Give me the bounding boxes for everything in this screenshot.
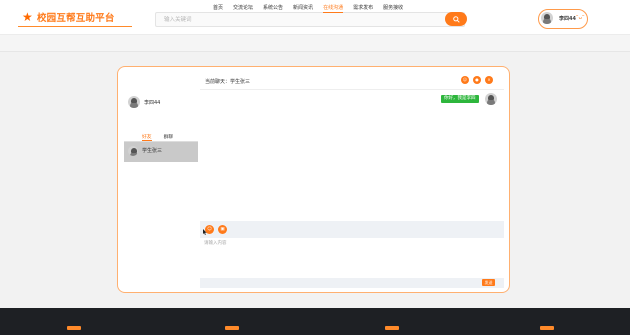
chat-actions: ☺ ● × — [461, 76, 493, 84]
search-input[interactable]: 输入关键词 — [164, 15, 192, 25]
nav-item-forum[interactable]: 交流论坛 — [233, 4, 253, 13]
friend-name: 学生张三 — [142, 148, 163, 154]
site-title: 校园互帮互助平台 — [36, 13, 115, 24]
current-user: 李四44 — [128, 96, 160, 108]
avatar — [128, 96, 140, 108]
nav-items: 首页 交流论坛 系统公告 新闻资讯 在线沟通 需求发布 服务接收 — [213, 4, 403, 13]
message-input-placeholder: 请输入内容 — [204, 241, 227, 246]
main-nav — [0, 34, 630, 52]
search-button[interactable] — [445, 12, 467, 26]
avatar — [541, 12, 553, 24]
send-button[interactable]: 发送 — [482, 279, 495, 286]
user-icon[interactable]: ● — [473, 76, 481, 84]
user-menu[interactable]: 李四44 ᵔᴗᵔ — [538, 9, 588, 29]
site-logo[interactable]: ★ 校园互帮互助平台 — [22, 10, 115, 24]
page-footer — [0, 308, 630, 335]
avatar — [128, 146, 138, 156]
emoji-icon[interactable]: ☺ — [461, 76, 469, 84]
smile-icon: ᵔᴗᵔ — [576, 14, 585, 21]
current-user-name: 李四44 — [144, 99, 161, 106]
close-icon[interactable]: × — [485, 76, 493, 84]
footer-link[interactable] — [385, 326, 399, 330]
nav-item-announcement[interactable]: 系统公告 — [263, 4, 283, 13]
nav-item-home[interactable]: 首页 — [213, 4, 223, 13]
image-button[interactable]: ▣ — [218, 225, 227, 234]
footer-link[interactable] — [540, 326, 554, 330]
nav-item-chat[interactable]: 在线沟通 — [323, 4, 344, 13]
tab-friends[interactable]: 好友 — [142, 133, 152, 141]
star-icon: ★ — [22, 10, 33, 24]
nav-item-news[interactable]: 新闻资讯 — [293, 4, 313, 13]
message-area — [200, 89, 504, 222]
input-toolbar — [200, 221, 504, 238]
input-footer — [200, 278, 504, 288]
footer-link[interactable] — [67, 326, 81, 330]
search-icon — [452, 15, 460, 23]
nav-item-demand[interactable]: 需求发布 — [353, 4, 373, 13]
tab-groups[interactable]: 群聊 — [164, 133, 174, 141]
message-bubble: 你好，我是李四 — [441, 95, 479, 103]
footer-link[interactable] — [225, 326, 239, 330]
user-name: 李四44 — [559, 16, 576, 22]
chat-title: 当前聊天：学生张三 — [205, 79, 251, 85]
search-box[interactable]: 输入关键词 — [155, 12, 465, 27]
cursor-icon — [203, 229, 207, 235]
avatar — [485, 93, 497, 105]
contact-tabs: 好友 群聊 — [142, 133, 173, 141]
logo-underline — [18, 26, 132, 27]
list-item[interactable]: 学生张三 — [124, 142, 198, 162]
nav-item-service[interactable]: 服务接收 — [383, 4, 403, 13]
message-input[interactable] — [200, 238, 504, 278]
